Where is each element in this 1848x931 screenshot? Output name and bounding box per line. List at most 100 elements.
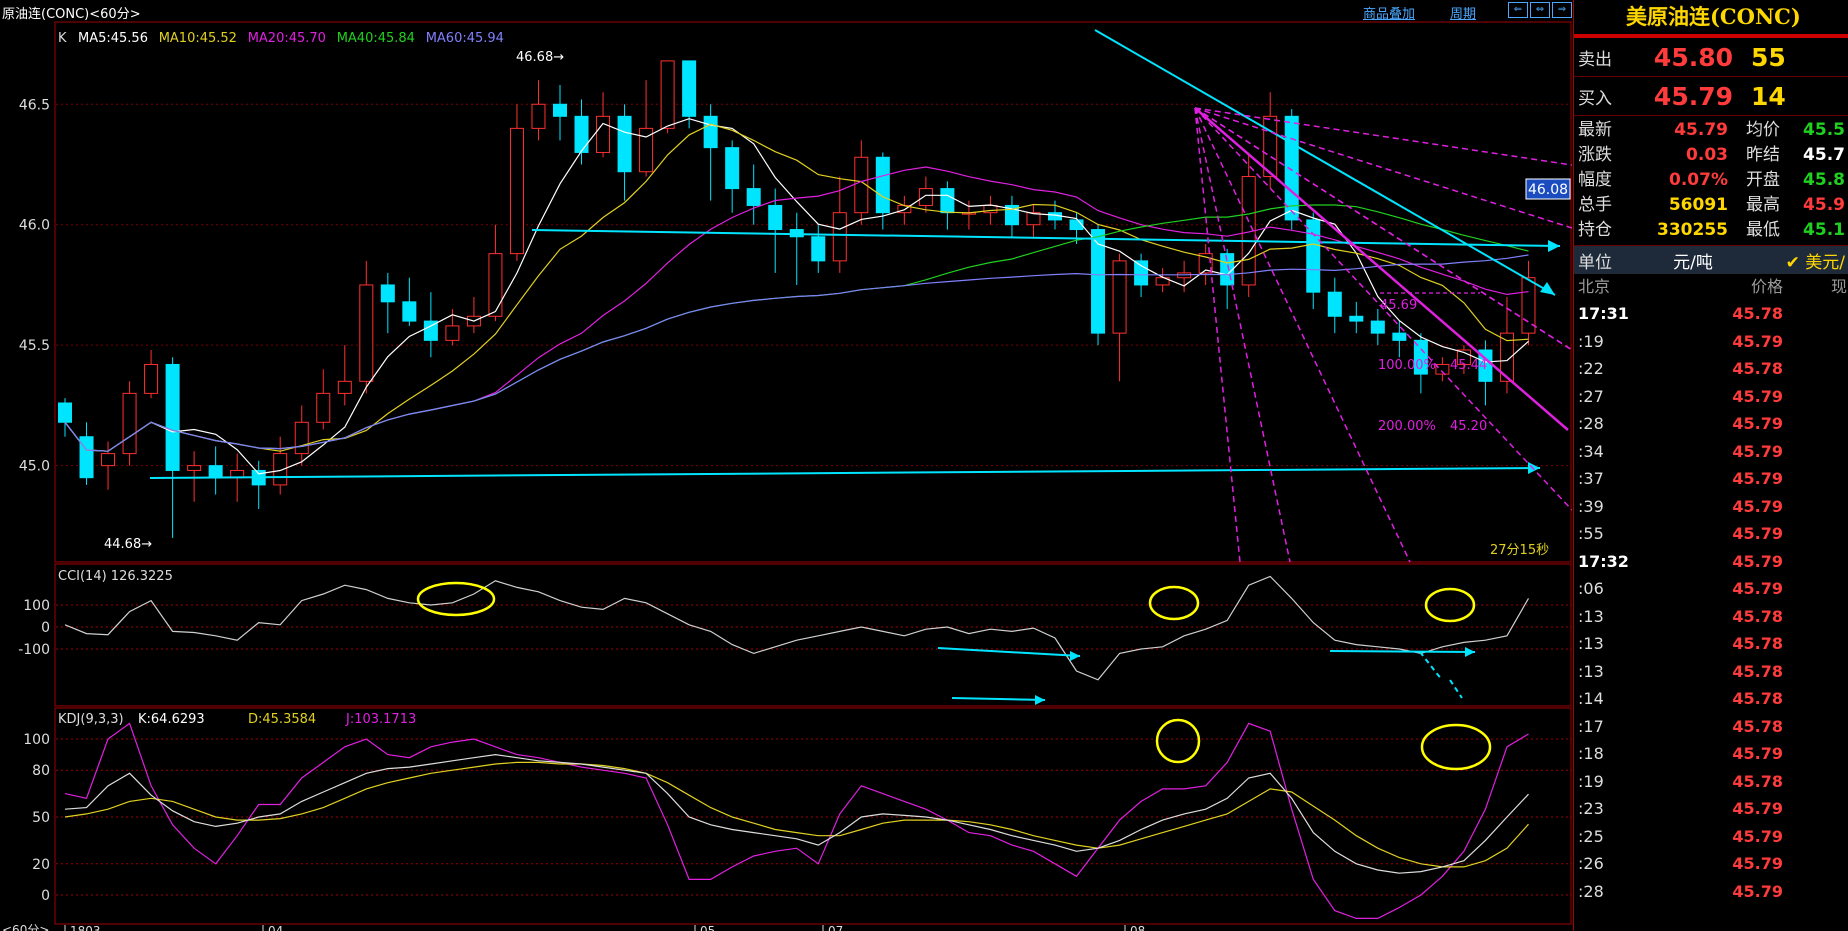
- tick-list[interactable]: 17:31 45.78:19 45.79:22 45.78:27 45.79:28 45.…: [1574, 300, 1848, 905]
- tick-time: 17:32: [1578, 551, 1629, 571]
- candle-body: [1392, 332, 1407, 341]
- stat-label: 涨跌: [1578, 145, 1612, 165]
- window-title: 原油连(CONC)<60分>: [2, 7, 141, 22]
- stat-value: 45.5: [1803, 120, 1845, 140]
- expand-icon[interactable]: ⇔: [1530, 2, 1550, 18]
- bid-row[interactable]: 买入 45.79 14: [1574, 77, 1848, 116]
- candle-body: [682, 60, 697, 117]
- bid-price: 45.79: [1653, 81, 1733, 111]
- tick-row[interactable]: :22 45.78: [1574, 355, 1848, 383]
- tick-time: :23: [1578, 799, 1604, 818]
- tick-row[interactable]: :13 45.78: [1574, 658, 1848, 686]
- period-link[interactable]: 周期: [1450, 3, 1476, 22]
- tick-row[interactable]: :55 45.79: [1574, 520, 1848, 548]
- tick-row[interactable]: :39 45.79: [1574, 493, 1848, 521]
- cci-axis-label: 100: [23, 598, 50, 614]
- kdj-axis-label: 50: [32, 810, 50, 826]
- kdj-d-label: D:45.3584: [248, 712, 316, 727]
- tick-row[interactable]: :19 45.78: [1574, 768, 1848, 796]
- unit-label: 单位: [1578, 252, 1612, 273]
- candle-body: [359, 284, 374, 382]
- ma-legend: MA5:45.56: [78, 31, 148, 46]
- tick-row[interactable]: :28 45.79: [1574, 878, 1848, 906]
- ask-label: 卖出: [1578, 49, 1612, 70]
- candle-body: [553, 103, 567, 117]
- stat-value: 0.07%: [1669, 170, 1728, 190]
- tick-row[interactable]: :37 45.79: [1574, 465, 1848, 493]
- candle-body: [337, 380, 352, 394]
- tick-time: :22: [1578, 359, 1604, 378]
- candle-body: [1112, 260, 1127, 334]
- arrow-head: [1035, 695, 1045, 705]
- date-axis-label: 05: [700, 924, 715, 931]
- top-bar: 原油连(CONC)<60分> 商品叠加 周期 ⇐ ⇔ ⇒ ▯: [0, 0, 1594, 22]
- ask-row[interactable]: 卖出 45.80 55: [1574, 38, 1848, 77]
- kdj-legend: KDJ(9,3,3): [58, 712, 124, 727]
- cci-axis-label: 0: [41, 620, 50, 636]
- tick-price: 45.79: [1732, 799, 1783, 818]
- tick-price: 45.79: [1732, 826, 1783, 846]
- tick-row[interactable]: :17 45.78: [1574, 713, 1848, 741]
- tick-row[interactable]: :27 45.79: [1574, 383, 1848, 411]
- stat-row: 涨跌 0.03 昨结 45.7: [1574, 143, 1848, 168]
- tick-price: 45.79: [1732, 854, 1783, 873]
- quote-panel: 美原油连(CONC) 卖出 45.80 55 买入 45.79 14 最新 45.…: [1573, 0, 1848, 931]
- candle-body: [101, 453, 116, 467]
- panel-border: [54, 707, 1572, 925]
- tick-row[interactable]: :23 45.79: [1574, 795, 1848, 823]
- candle-body: [875, 156, 890, 214]
- unit-bar[interactable]: 单位 元/吨 ✔ 美元/: [1574, 246, 1848, 274]
- tick-row[interactable]: 17:31 45.78: [1574, 300, 1848, 328]
- kdj-axis-label: 0: [41, 888, 50, 904]
- low-marker: 44.68→: [104, 537, 152, 552]
- tick-price: 45.79: [1732, 414, 1783, 433]
- candle-body: [746, 188, 761, 206]
- forward-icon[interactable]: ⇒: [1552, 2, 1572, 18]
- tick-row[interactable]: :13 45.78: [1574, 630, 1848, 658]
- stat-label: 最低: [1746, 220, 1780, 240]
- tick-time: :19: [1578, 771, 1604, 791]
- candle-body: [1134, 260, 1149, 286]
- fib-label: 100.00%: [1378, 358, 1436, 373]
- candle-body: [1306, 219, 1321, 293]
- candle-body: [144, 363, 159, 394]
- overlay-link[interactable]: 商品叠加: [1363, 3, 1415, 22]
- tick-time: :26: [1578, 854, 1604, 873]
- candle-body: [445, 325, 460, 341]
- tick-time: :37: [1578, 469, 1604, 488]
- tick-row[interactable]: 17:32 45.79: [1574, 548, 1848, 576]
- tick-row[interactable]: :14 45.78: [1574, 685, 1848, 713]
- arrow-head: [1070, 651, 1080, 661]
- tick-row[interactable]: :18 45.79: [1574, 740, 1848, 768]
- tick-price: 45.79: [1732, 386, 1783, 406]
- chart-area[interactable]: 46.5 46.0 45.5 45.0 K MA5:45.56 MA10:45.52 MA20…: [0, 0, 1572, 931]
- tick-price: 45.79: [1732, 579, 1783, 598]
- tick-row[interactable]: :06 45.79: [1574, 575, 1848, 603]
- chart-canvas[interactable]: 46.5 46.0 45.5 45.0 K MA5:45.56 MA10:45.52 MA20…: [0, 0, 1572, 931]
- price-axis-label: 45.0: [19, 459, 50, 475]
- cci-legend: CCI(14) 126.3225: [58, 569, 173, 584]
- tick-time: :13: [1578, 606, 1604, 626]
- back-icon[interactable]: ⇐: [1508, 2, 1528, 18]
- tick-row[interactable]: :25 45.79: [1574, 823, 1848, 851]
- tick-row[interactable]: :28 45.79: [1574, 410, 1848, 438]
- highlight-circle: [416, 581, 496, 617]
- tick-row[interactable]: :26 45.79: [1574, 850, 1848, 878]
- fib-label: 45.44: [1450, 358, 1487, 373]
- stat-label: 最新: [1578, 120, 1612, 140]
- currency-toggle[interactable]: ✔ 美元/: [1748, 248, 1848, 273]
- unit-value[interactable]: 元/吨: [1638, 248, 1748, 273]
- candle-body: [1327, 291, 1342, 317]
- tick-row[interactable]: :34 45.79: [1574, 438, 1848, 466]
- tick-row[interactable]: :13 45.78: [1574, 603, 1848, 631]
- highlight-circle: [1155, 718, 1201, 764]
- candle-body: [294, 421, 309, 455]
- stat-row: 最新 45.79 均价 45.5: [1574, 118, 1848, 143]
- tick-row[interactable]: :19 45.79: [1574, 328, 1848, 356]
- candle-body: [940, 188, 955, 214]
- highlight-circle: [1148, 585, 1200, 621]
- kdj_j-line: [64, 722, 1529, 920]
- ma-legend: MA60:45.94: [426, 31, 504, 46]
- cci-arrow: [1419, 651, 1443, 681]
- candle-body: [509, 127, 524, 255]
